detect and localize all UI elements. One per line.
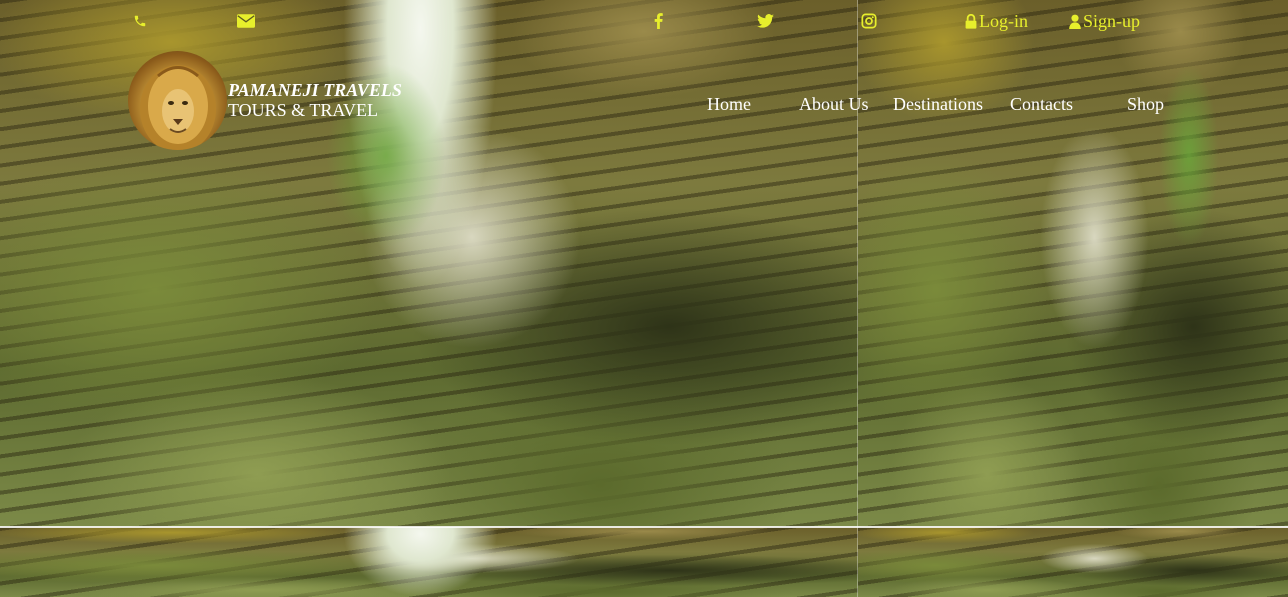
- instagram-icon[interactable]: [861, 10, 877, 32]
- login-label: Log-in: [979, 10, 1028, 31]
- hero-background-image-repeat: [858, 0, 1288, 527]
- background-seam: [857, 0, 858, 597]
- nav-home[interactable]: Home: [707, 94, 751, 116]
- nav-shop[interactable]: Shop: [1127, 94, 1164, 116]
- signup-link[interactable]: Sign-up: [1069, 10, 1140, 32]
- hero-background-image: [0, 0, 858, 527]
- background-seam: [0, 526, 1288, 528]
- brand-tagline: TOURS & TRAVEL: [228, 100, 379, 120]
- user-icon: [1069, 14, 1081, 29]
- brand-name: PAMANEJI TRAVELS: [228, 80, 402, 100]
- nav-about-us[interactable]: About Us: [799, 94, 869, 116]
- twitter-icon[interactable]: [757, 10, 774, 32]
- lion-logo[interactable]: [128, 51, 227, 150]
- facebook-icon[interactable]: [654, 10, 663, 32]
- login-link[interactable]: Log-in: [965, 10, 1028, 32]
- background-image-repeat-row: [0, 527, 858, 597]
- background-image-repeat-corner: [858, 527, 1288, 597]
- nav-contacts[interactable]: Contacts: [1010, 94, 1073, 116]
- phone-icon[interactable]: [133, 10, 147, 32]
- nav-destinations[interactable]: Destinations: [893, 94, 983, 116]
- signup-label: Sign-up: [1083, 10, 1141, 31]
- lock-icon: [965, 13, 977, 29]
- envelope-icon[interactable]: [237, 10, 255, 32]
